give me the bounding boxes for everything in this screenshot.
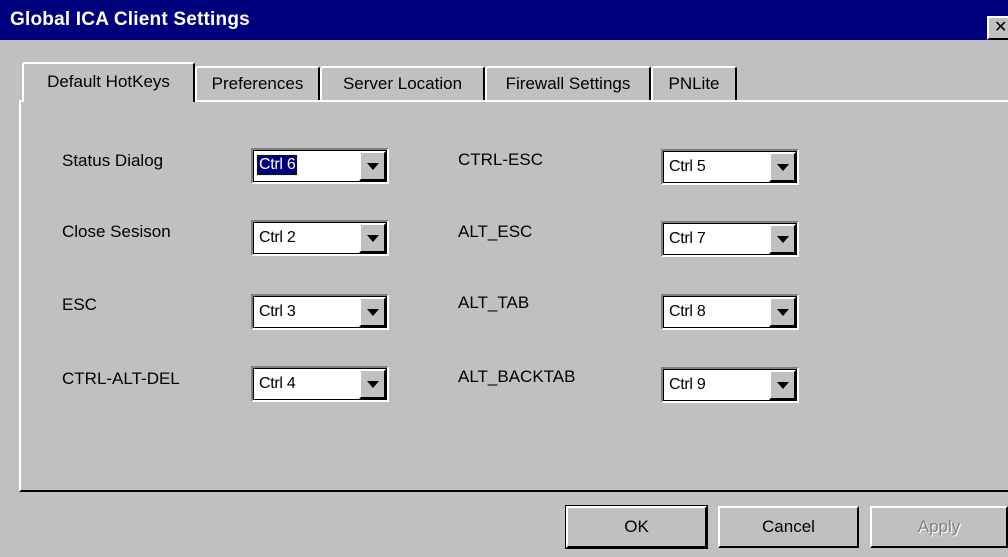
tab-firewall-settings[interactable]: Firewall Settings xyxy=(485,66,651,100)
tab-default-hotkeys[interactable]: Default HotKeys xyxy=(22,62,195,102)
status-dialog-select[interactable]: Ctrl 6 xyxy=(251,148,389,184)
ctrl-esc-value: Ctrl 5 xyxy=(669,158,706,175)
cancel-button[interactable]: Cancel xyxy=(718,506,859,548)
window-title: Global ICA Client Settings xyxy=(10,9,250,30)
alt-tab-dropdown-button[interactable] xyxy=(769,297,796,327)
chevron-down-icon xyxy=(777,236,789,243)
close-session-value: Ctrl 2 xyxy=(259,229,296,246)
alt-tab-select[interactable]: Ctrl 8 xyxy=(661,294,799,330)
chevron-down-icon xyxy=(777,309,789,316)
ctrl-alt-del-dropdown-button[interactable] xyxy=(359,369,386,399)
ctrl-alt-del-label: CTRL-ALT-DEL xyxy=(62,369,180,388)
esc-select[interactable]: Ctrl 3 xyxy=(251,294,389,330)
alt-backtab-dropdown-button[interactable] xyxy=(769,370,796,400)
tab-pnlite[interactable]: PNLite xyxy=(651,66,737,100)
title-bar[interactable]: Global ICA Client Settings xyxy=(0,0,1008,40)
chevron-down-icon xyxy=(367,381,379,388)
chevron-down-icon xyxy=(367,163,379,170)
close-session-select[interactable]: Ctrl 2 xyxy=(251,220,389,256)
chevron-down-icon xyxy=(367,309,379,316)
alt-tab-label: ALT_TAB xyxy=(458,293,530,312)
alt-backtab-value: Ctrl 9 xyxy=(669,376,706,393)
status-dialog-label: Status Dialog xyxy=(62,151,164,170)
ctrl-alt-del-value: Ctrl 4 xyxy=(259,375,296,392)
chevron-down-icon xyxy=(777,382,789,389)
chevron-down-icon xyxy=(367,235,379,242)
alt-backtab-select[interactable]: Ctrl 9 xyxy=(661,367,799,403)
ok-button[interactable]: OK xyxy=(565,505,708,549)
ctrl-esc-label: CTRL-ESC xyxy=(458,150,544,169)
status-dialog-value: Ctrl 6 xyxy=(255,154,299,176)
close-icon[interactable]: ✕ xyxy=(987,16,1008,40)
esc-dropdown-button[interactable] xyxy=(359,297,386,327)
close-session-dropdown-button[interactable] xyxy=(359,223,386,253)
alt-backtab-label: ALT_BACKTAB xyxy=(458,367,576,386)
esc-label: ESC xyxy=(62,295,97,314)
ctrl-alt-del-select[interactable]: Ctrl 4 xyxy=(251,366,389,402)
settings-window: Global ICA Client Settings ✕ Default Hot… xyxy=(0,0,1008,557)
alt-esc-select[interactable]: Ctrl 7 xyxy=(661,221,799,257)
tab-server-location[interactable]: Server Location xyxy=(320,66,485,100)
apply-button[interactable]: Apply xyxy=(870,506,1008,548)
tab-preferences[interactable]: Preferences xyxy=(195,66,320,100)
alt-esc-label: ALT_ESC xyxy=(458,222,533,241)
alt-esc-value: Ctrl 7 xyxy=(669,230,706,247)
alt-tab-value: Ctrl 8 xyxy=(669,303,706,320)
ctrl-esc-dropdown-button[interactable] xyxy=(769,152,796,182)
status-dialog-dropdown-button[interactable] xyxy=(359,151,386,181)
close-session-label: Close Sesison xyxy=(62,222,171,241)
alt-esc-dropdown-button[interactable] xyxy=(769,224,796,254)
hotkeys-panel: Status Dialog Ctrl 6 Close Sesison Ctrl … xyxy=(19,100,1008,492)
esc-value: Ctrl 3 xyxy=(259,303,296,320)
ctrl-esc-select[interactable]: Ctrl 5 xyxy=(661,149,799,185)
chevron-down-icon xyxy=(777,164,789,171)
